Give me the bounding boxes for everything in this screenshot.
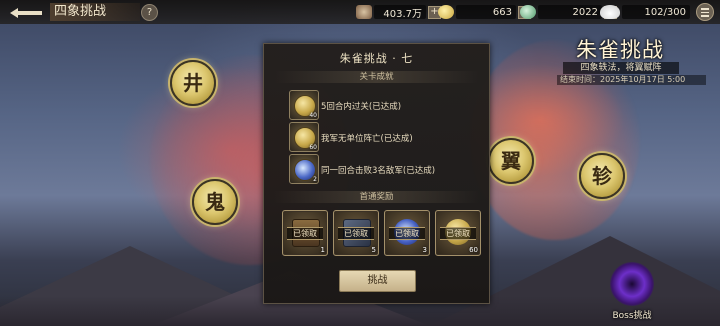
claimed-label: 已领取 [389,227,425,240]
achievement-icon-1: 40 [289,90,319,120]
resource-stamina: 102/300 [600,4,690,20]
resource-stamina-value: 102/300 [622,5,690,19]
event-end-time: 结束时间：2025年10月17日 5:00 [557,75,706,85]
achievement-count: 40 [309,112,317,119]
portal-icon [610,262,654,306]
constellation-node-jing[interactable]: 井 [170,60,216,106]
panel-title: 朱雀挑战 · 七 [339,52,414,65]
top-bar: 四象挑战 ? 403.7万 + 663 + 2022 + 102/300 [0,0,720,24]
event-title: 朱雀挑战 [576,38,664,62]
reward-slot[interactable]: 已领取 5 [333,210,379,256]
resource-silver-value: 403.7万 [374,5,426,20]
constellation-node-gui[interactable]: 鬼 [192,179,238,225]
reward-count: 3 [422,246,427,254]
reward-slot[interactable]: 已领取 3 [384,210,430,256]
achievement-icon-3: 2 [289,154,319,184]
gold-coin-icon [438,5,454,19]
jade-icon [520,5,536,19]
achievement-count: 60 [309,144,317,151]
claimed-label: 已领取 [287,227,323,240]
stage-detail-panel: 朱雀挑战 · 七 关卡成就 40 5回合内过关(已达成) 60 我军无单位阵亡(… [263,43,490,304]
constellation-node-yi[interactable]: 翼 [488,138,534,184]
reward-slot[interactable]: 已领取 1 [282,210,328,256]
back-button[interactable] [8,4,44,20]
resource-gold-value: 663 [456,5,516,19]
achievement-count: 2 [313,176,317,183]
achievement-icon-2: 60 [289,122,319,152]
help-button[interactable]: ? [141,4,158,21]
claimed-label: 已领取 [440,227,476,240]
claimed-label: 已领取 [338,227,374,240]
back-arrow-icon [10,8,42,18]
resource-silver: 403.7万 + [356,4,441,20]
achievement-text: 5回合内过关(已达成) [321,102,402,112]
boss-challenge-button[interactable]: Boss挑战 [604,262,660,322]
rewards-header: 首通奖励 [274,191,479,203]
achievement-text: 我军无单位阵亡(已达成) [321,134,413,144]
page-title: 四象挑战 [50,3,140,21]
challenge-button[interactable]: 挑战 [339,270,416,292]
stamina-icon [600,5,620,19]
reward-count: 60 [469,246,478,254]
silver-icon [356,5,372,19]
boss-challenge-label: Boss挑战 [612,311,652,321]
reward-count: 5 [371,246,376,254]
resource-gold: 663 + [438,4,531,20]
menu-button[interactable] [696,3,714,21]
reward-slot[interactable]: 已领取 60 [435,210,481,256]
constellation-node-zhen[interactable]: 轸 [579,153,625,199]
resource-jade-value: 2022 [538,5,602,19]
achievements-header: 关卡成就 [274,71,479,83]
achievement-text: 同一回合击败3名敌军(已达成) [321,166,436,176]
event-subtitle: 四象轶法，将翼赋阵 [563,62,679,74]
reward-count: 1 [320,246,325,254]
